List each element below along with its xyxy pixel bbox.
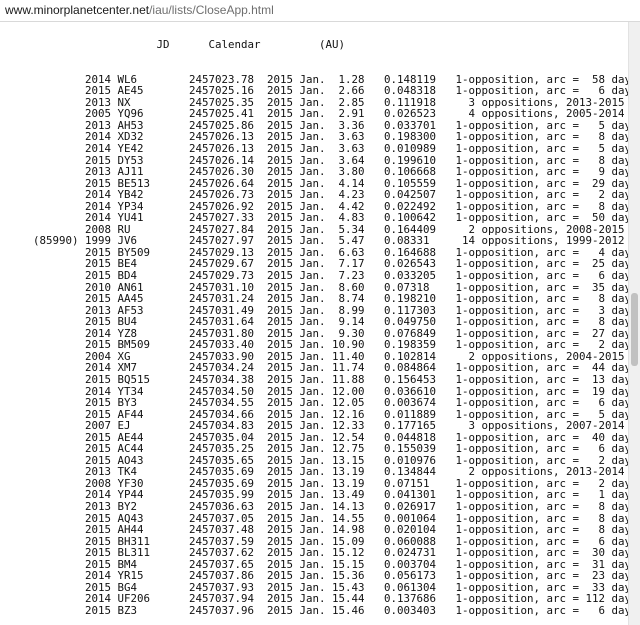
listing-row: 2013 AJ11 2457026.30 2015 Jan. 3.80 0.10… [20, 165, 628, 179]
scrollbar-thumb[interactable] [631, 293, 638, 366]
url-path: /iau/lists/CloseApp.html [149, 3, 274, 17]
listing-row: 2015 BY3 2457034.55 2015 Jan. 12.05 0.00… [20, 396, 628, 410]
listing-row: 2013 BY2 2457036.63 2015 Jan. 14.13 0.02… [20, 499, 628, 513]
page-content: JD Calendar (AU) 2014 WL6 2457023.78 201… [0, 22, 628, 625]
listing-row: 2014 YE42 2457026.13 2015 Jan. 3.63 0.01… [20, 142, 628, 156]
listing-row: 2007 EJ 2457034.83 2015 Jan. 12.33 0.177… [20, 419, 625, 433]
listing-row: 2015 BL311 2457037.62 2015 Jan. 15.12 0.… [20, 546, 628, 560]
column-header-line: JD Calendar (AU) [20, 38, 346, 52]
vertical-scrollbar[interactable] [628, 22, 640, 625]
address-bar[interactable]: www.minorplanetcenter.net/iau/lists/Clos… [0, 0, 640, 22]
listing-row: 2015 BQ515 2457034.38 2015 Jan. 11.88 0.… [20, 372, 628, 386]
listing-row: 2015 BD4 2457029.73 2015 Jan. 7.23 0.033… [20, 269, 628, 283]
listing-row: 2015 BZ3 2457037.96 2015 Jan. 15.46 0.00… [20, 603, 628, 617]
url-domain: www.minorplanetcenter.net [5, 3, 150, 17]
close-approach-listing: JD Calendar (AU) 2014 WL6 2457023.78 201… [20, 22, 628, 616]
listing-row: 2015 AA45 2457031.24 2015 Jan. 8.74 0.19… [20, 292, 628, 306]
listing-row: 2015 AH44 2457037.48 2015 Jan. 14.98 0.0… [20, 523, 628, 537]
listing-rows: 2014 WL6 2457023.78 2015 Jan. 1.28 0.148… [20, 74, 628, 616]
